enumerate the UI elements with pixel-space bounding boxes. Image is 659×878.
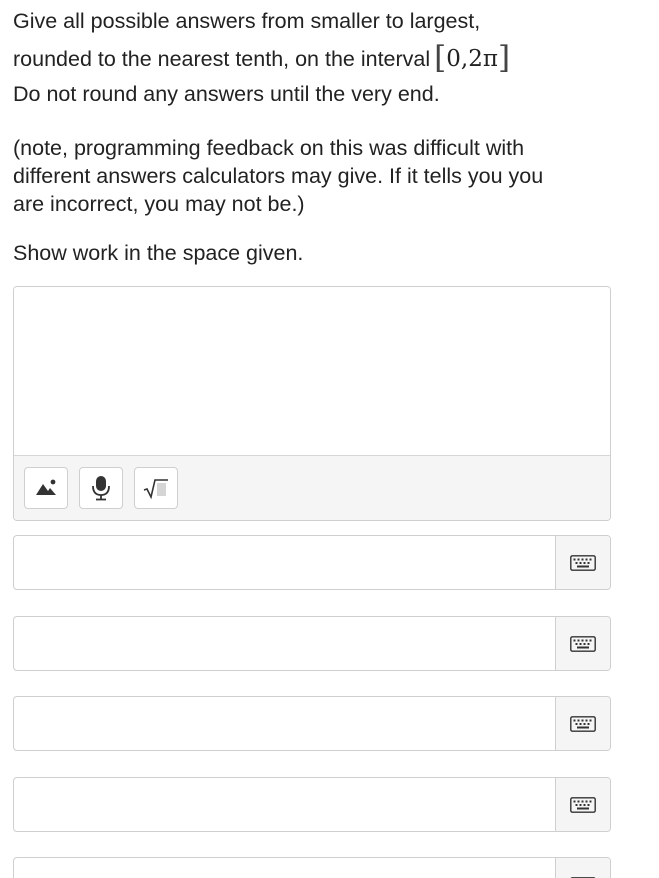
keyboard-icon [570,796,596,813]
prompt-line-2-text: rounded to the nearest tenth, on the int… [13,47,431,71]
answer-input-3[interactable] [14,697,555,750]
work-area-toolbar [14,455,610,520]
answer-field-3 [13,696,611,751]
prompt-line-1: Give all possible answers from smaller t… [13,9,481,33]
keyboard-icon [570,554,596,571]
answer-input-4[interactable] [14,778,555,831]
interval-close-bracket: ] [497,40,511,76]
record-audio-button[interactable] [79,467,123,509]
image-icon [36,479,56,495]
interval-open-bracket: [ [434,40,447,76]
work-text-area[interactable] [14,287,610,455]
answer-field-2 [13,616,611,671]
note-line-3: are incorrect, you may not be.) [13,192,305,216]
keyboard-icon [570,715,596,732]
question-page: Give all possible answers from smaller t… [0,0,659,878]
insert-image-button[interactable] [24,467,68,509]
question-prompt: Give all possible answers from smaller t… [13,4,633,112]
answer-input-1[interactable] [14,536,555,589]
work-area [13,286,611,521]
math-keyboard-button-4[interactable] [555,778,610,831]
note-line-2: different answers calculators may give. … [13,164,544,188]
math-keyboard-button-2[interactable] [555,617,610,670]
keyboard-icon [570,635,596,652]
math-keyboard-button-5[interactable] [555,858,610,878]
answer-field-1 [13,535,611,590]
math-keyboard-button-3[interactable] [555,697,610,750]
answer-field-5 [13,857,611,878]
show-work-instructions: Show work in the space given. [13,241,304,265]
math-editor-button[interactable] [134,467,178,509]
feedback-note: (note, programming feedback on this was … [13,134,633,218]
answer-input-5[interactable] [14,858,555,878]
answer-field-4 [13,777,611,832]
square-root-icon [143,479,168,499]
math-keyboard-button-1[interactable] [555,536,610,589]
prompt-line-2: rounded to the nearest tenth, on the int… [13,39,633,77]
note-line-1: (note, programming feedback on this was … [13,136,525,160]
interval-math: [0,2π] [434,41,510,76]
prompt-line-3: Do not round any answers until the very … [13,82,440,106]
answer-input-2[interactable] [14,617,555,670]
microphone-icon [92,476,110,501]
interval-body: 0,2π [446,46,498,72]
